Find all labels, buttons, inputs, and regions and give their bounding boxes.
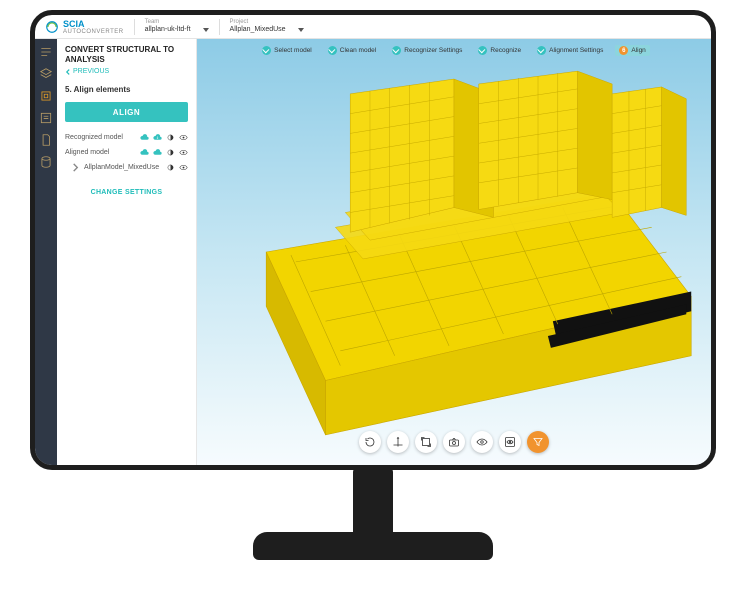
rail-align-icon[interactable] (39, 89, 53, 103)
filter-icon (532, 436, 544, 448)
download-icon[interactable] (153, 133, 162, 142)
rail-doc-icon[interactable] (39, 133, 53, 147)
align-button[interactable]: ALIGN (65, 102, 188, 122)
rotate-button[interactable] (359, 431, 381, 453)
row-recognized-label: Recognized model (65, 134, 136, 141)
row-recognized: Recognized model (57, 130, 196, 145)
building-model (197, 39, 711, 465)
brand-logo: SCIA AUTOCONVERTER (45, 19, 124, 35)
chevron-left-icon (65, 69, 71, 75)
previous-button[interactable]: PREVIOUS (57, 68, 196, 81)
chevron-right-icon (71, 163, 80, 172)
opacity-icon[interactable] (166, 163, 175, 172)
visibility-button[interactable] (471, 431, 493, 453)
axes-button[interactable] (387, 431, 409, 453)
upload-icon[interactable] (140, 148, 149, 157)
bbox-icon (420, 436, 432, 448)
project-value: Allplan_MixedUse (230, 26, 286, 34)
rotate-icon (364, 436, 376, 448)
rail-nav-icon[interactable] (39, 45, 53, 59)
menubar: SCIA AUTOCONVERTER Team allplan-uk-ltd-f… (35, 15, 711, 39)
opacity-icon[interactable] (166, 133, 175, 142)
eye-icon[interactable] (179, 133, 188, 142)
project-label: Project (230, 19, 304, 26)
step-heading: 5. Align elements (57, 81, 196, 98)
eye-icon[interactable] (179, 148, 188, 157)
rail-data-icon[interactable] (39, 155, 53, 169)
change-settings-button[interactable]: CHANGE SETTINGS (57, 179, 196, 206)
row-aligned-label: Aligned model (65, 149, 136, 156)
eye-icon[interactable] (179, 163, 188, 172)
download-icon[interactable] (153, 148, 162, 157)
sidebar: CONVERT STRUCTURAL TO ANALYSIS PREVIOUS … (57, 39, 197, 465)
team-value: allplan-uk-ltd-ft (145, 26, 191, 34)
eye-icon (476, 436, 488, 448)
filter-button[interactable] (527, 431, 549, 453)
model-list: Recognized model Aligned model (57, 126, 196, 179)
isolate-button[interactable] (499, 431, 521, 453)
row-file-label: AllplanModel_MixedUse (84, 164, 162, 171)
previous-label: PREVIOUS (73, 68, 109, 75)
rail-list-icon[interactable] (39, 111, 53, 125)
brand-sub: AUTOCONVERTER (63, 29, 124, 35)
camera-icon (448, 436, 460, 448)
upload-icon[interactable] (140, 133, 149, 142)
view-toolbar (359, 431, 549, 453)
icon-rail (35, 39, 57, 465)
monitor-stand-neck (353, 468, 393, 538)
eye-box-icon (504, 436, 516, 448)
snapshot-button[interactable] (443, 431, 465, 453)
row-aligned: Aligned model (57, 145, 196, 160)
viewport-3d[interactable]: Select model Clean model Recognizer Sett… (197, 39, 711, 465)
chevron-down-icon (298, 28, 304, 32)
panel-title: CONVERT STRUCTURAL TO ANALYSIS (57, 39, 196, 68)
row-file[interactable]: AllplanModel_MixedUse (57, 160, 196, 175)
chevron-down-icon (203, 28, 209, 32)
rail-layers-icon[interactable] (39, 67, 53, 81)
brand-name: SCIA (63, 19, 124, 29)
axes-icon (392, 436, 404, 448)
opacity-icon[interactable] (166, 148, 175, 157)
team-selector[interactable]: Team allplan-uk-ltd-ft (145, 19, 209, 33)
fit-button[interactable] (415, 431, 437, 453)
monitor-stand-base (253, 532, 493, 560)
team-label: Team (145, 19, 209, 26)
project-selector[interactable]: Project Allplan_MixedUse (230, 19, 304, 33)
